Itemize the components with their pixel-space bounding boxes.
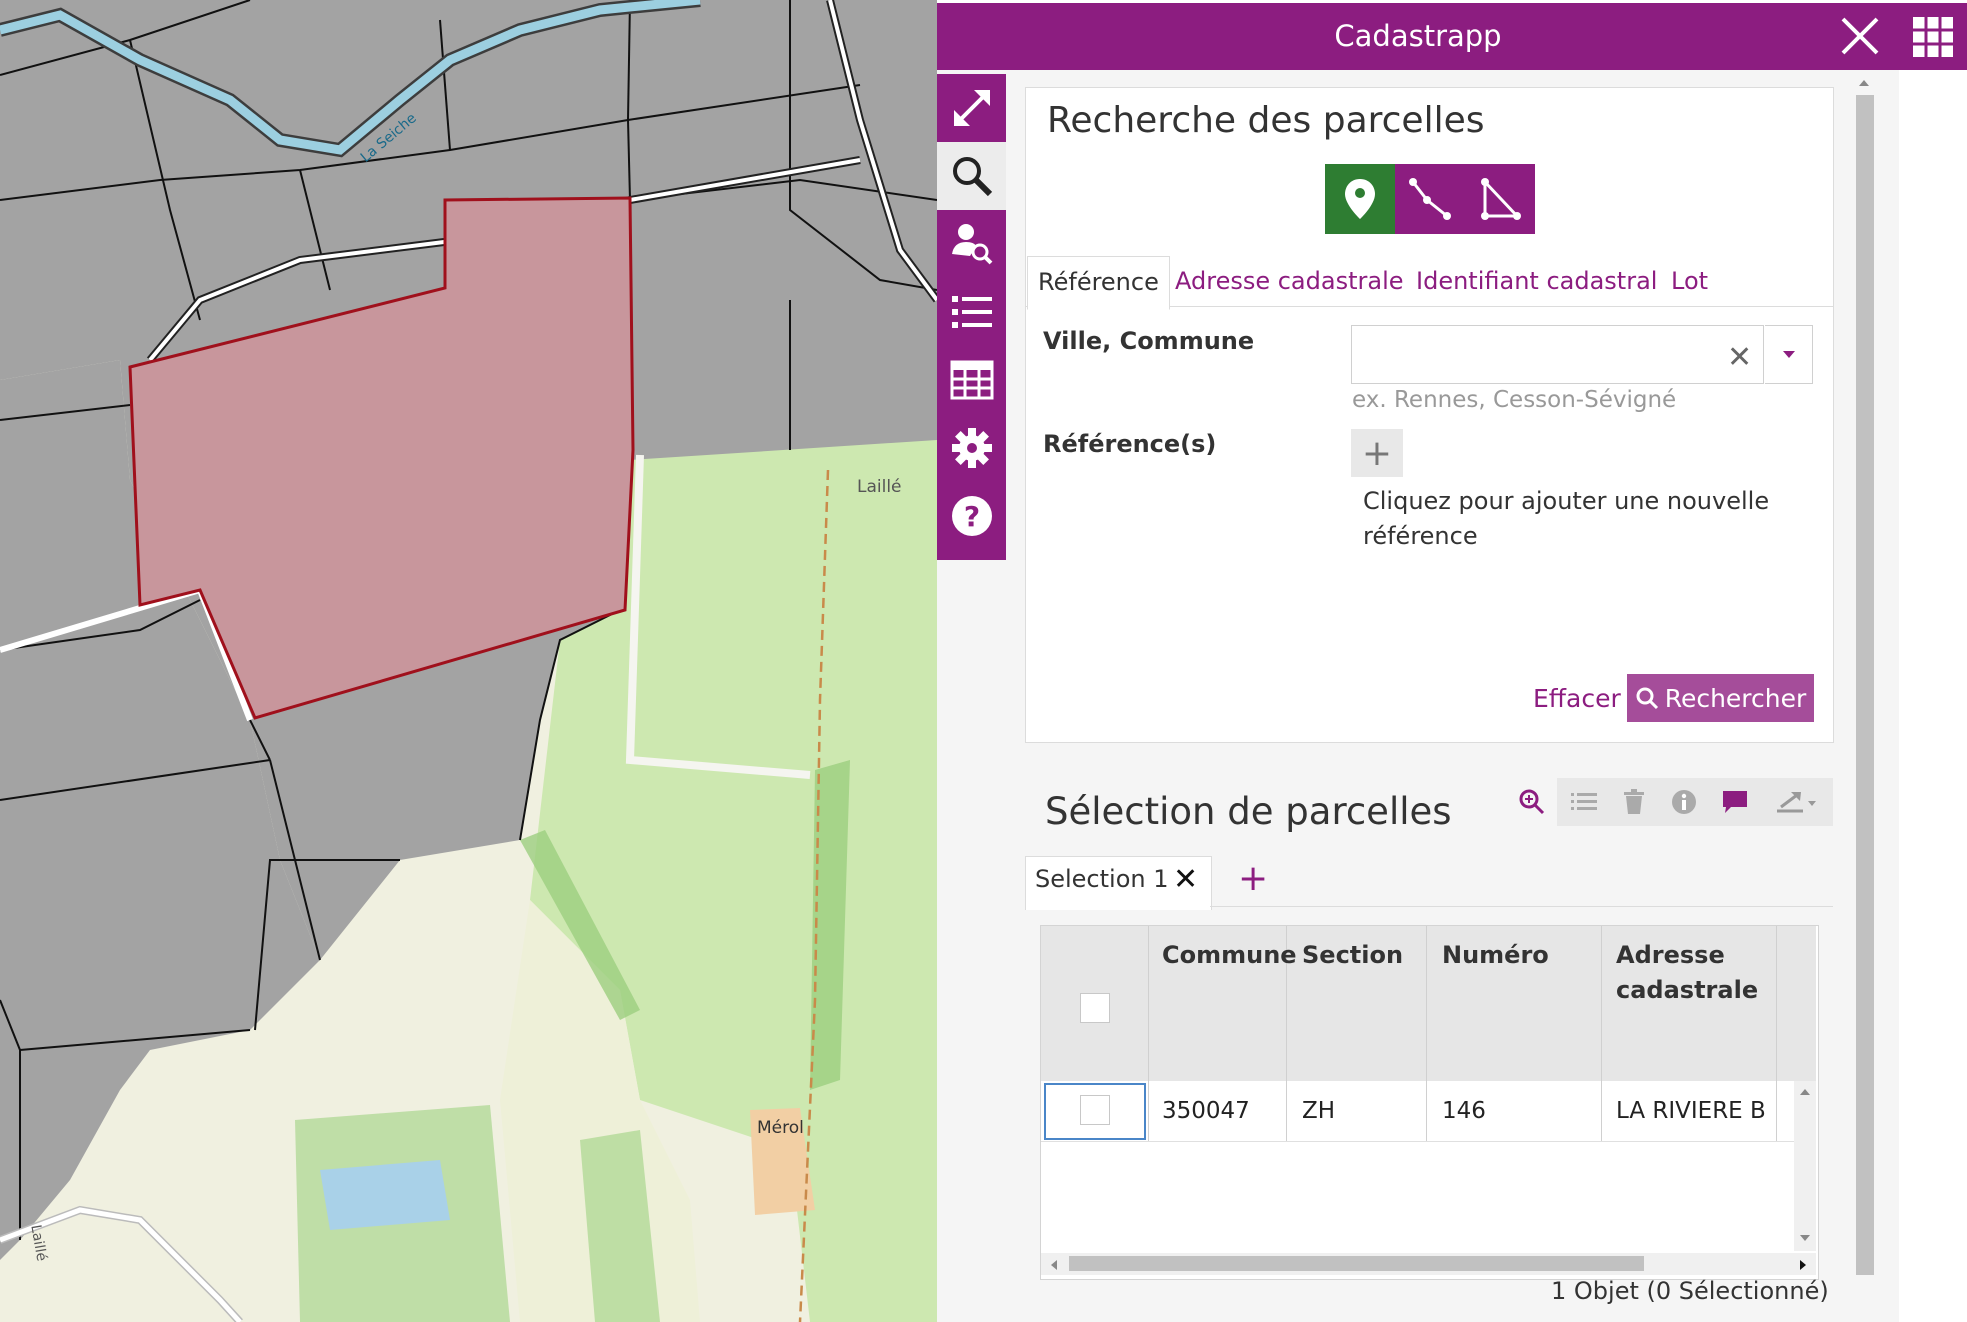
toolbar-owner-search[interactable] — [937, 210, 1006, 278]
scroll-left-icon[interactable] — [1049, 1259, 1059, 1271]
column-header-numero[interactable]: Numéro — [1442, 938, 1549, 973]
grid-vertical-scrollbar[interactable] — [1794, 1081, 1816, 1251]
select-all-checkbox[interactable] — [1080, 993, 1110, 1023]
help-icon: ? — [951, 496, 992, 536]
add-selection-button[interactable]: + — [1238, 858, 1268, 899]
apps-grid-button[interactable] — [1899, 3, 1967, 70]
grid-icon — [1913, 16, 1953, 57]
references-label: Référence(s) — [1043, 430, 1217, 458]
town-label: Laillé — [857, 477, 902, 497]
panel-title: Cadastrapp — [1334, 19, 1502, 53]
tab-adresse-cadastrale[interactable]: Adresse cadastrale — [1175, 256, 1404, 306]
cell-adresse[interactable]: LA RIVIERE B — [1616, 1098, 1766, 1124]
tab-lot[interactable]: Lot — [1671, 256, 1708, 306]
selection-tab-label: Selection 1 — [1035, 865, 1169, 893]
cell-section[interactable]: ZH — [1302, 1098, 1335, 1124]
cell-commune[interactable]: 350047 — [1162, 1098, 1250, 1124]
toolbar-table[interactable] — [937, 346, 1006, 414]
map-pin-icon — [1345, 179, 1375, 219]
svg-text:?: ? — [963, 500, 979, 533]
search-icon — [1636, 687, 1658, 710]
cell-numero[interactable]: 146 — [1442, 1098, 1486, 1124]
search-icon — [952, 157, 992, 197]
column-header-commune[interactable]: Commune — [1162, 938, 1297, 973]
search-button-label: Rechercher — [1664, 683, 1807, 713]
toolbar-settings[interactable] — [937, 414, 1006, 482]
clear-button[interactable]: Effacer — [1533, 684, 1621, 713]
close-tab-icon[interactable]: ✕ — [1173, 862, 1198, 897]
clear-icon[interactable]: ✕ — [1727, 340, 1752, 375]
selection-title: Sélection de parcelles — [1045, 790, 1452, 833]
chevron-down-icon — [1782, 350, 1795, 358]
plus-icon: + — [1361, 432, 1393, 474]
expand-icon — [953, 90, 990, 126]
zoom-in-icon — [1519, 789, 1545, 815]
export-button[interactable] — [1764, 778, 1830, 826]
scroll-right-icon[interactable] — [1798, 1259, 1808, 1271]
polygon-draw-icon — [1481, 178, 1521, 220]
polygon-select-button[interactable] — [1465, 164, 1535, 234]
table-icon — [950, 360, 993, 400]
commune-input[interactable] — [1351, 325, 1764, 384]
column-header-adresse[interactable]: Adresse cadastrale — [1616, 938, 1766, 1008]
add-reference-hint: Cliquez pour ajouter une nouvelle référe… — [1363, 487, 1770, 550]
column-divider — [1148, 926, 1149, 1141]
search-title: Recherche des parcelles — [1047, 100, 1485, 141]
export-icon — [1777, 792, 1816, 813]
scroll-down-icon[interactable] — [1798, 1233, 1812, 1243]
tab-identifiant-cadastral[interactable]: Identifiant cadastral — [1416, 256, 1657, 306]
toolbar-list[interactable] — [937, 278, 1006, 346]
column-divider — [1601, 926, 1602, 1141]
add-reference-button[interactable]: + — [1351, 429, 1403, 477]
panel-toolbar: ? — [937, 74, 1006, 560]
commune-hint: ex. Rennes, Cesson-Sévigné — [1352, 387, 1677, 413]
zoom-selection-button[interactable] — [1507, 778, 1557, 826]
info-button[interactable] — [1659, 778, 1709, 826]
panel-scrollbar[interactable] — [1856, 95, 1874, 1275]
grid-horizontal-scroll-thumb[interactable] — [1069, 1256, 1644, 1271]
hamlet-label: Mérol — [757, 1118, 804, 1138]
toolbar-help[interactable]: ? — [937, 482, 1006, 550]
delete-button[interactable] — [1609, 778, 1659, 826]
focused-cell — [1044, 1083, 1146, 1140]
column-header-section[interactable]: Section — [1302, 938, 1403, 973]
toolbar-search[interactable] — [937, 142, 1006, 210]
list-icon — [951, 296, 992, 328]
map-view[interactable]: La Seiche Laillé Mérol Laillé — [0, 0, 937, 1322]
close-icon[interactable] — [1837, 13, 1883, 59]
column-divider — [1426, 926, 1427, 1141]
selection-tabs-divider — [1210, 906, 1833, 907]
panel-header: Cadastrapp — [937, 3, 1899, 70]
tab-reference[interactable]: Référence — [1027, 256, 1170, 310]
line-select-button[interactable] — [1395, 164, 1465, 234]
trash-icon — [1624, 789, 1644, 814]
scroll-up-icon[interactable] — [1798, 1087, 1812, 1097]
line-draw-icon — [1409, 178, 1451, 220]
point-select-button[interactable] — [1325, 164, 1395, 234]
info-icon — [1672, 790, 1696, 814]
search-button[interactable]: Rechercher — [1627, 674, 1814, 722]
list-view-button[interactable] — [1559, 778, 1609, 826]
row-divider — [1041, 1141, 1794, 1142]
selection-status: 1 Objet (0 Sélectionné) — [1551, 1277, 1829, 1305]
comment-button[interactable] — [1710, 778, 1760, 826]
owner-search-icon — [951, 224, 992, 265]
commune-label: Ville, Commune — [1043, 327, 1255, 355]
commune-dropdown-button[interactable] — [1765, 325, 1813, 384]
column-divider — [1776, 926, 1777, 1141]
toolbar-expand[interactable] — [937, 74, 1006, 142]
list-icon — [1571, 793, 1597, 810]
gear-icon — [951, 428, 992, 468]
comment-icon — [1723, 791, 1747, 813]
scroll-up-icon[interactable] — [1857, 78, 1871, 88]
